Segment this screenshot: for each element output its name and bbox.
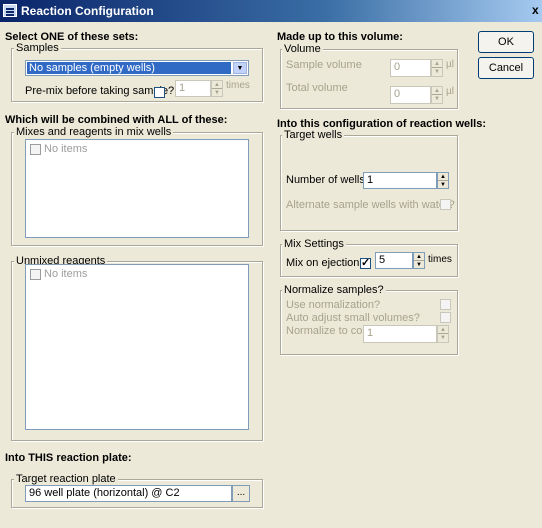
samples-group-label: Samples	[14, 42, 61, 54]
spin-down-icon[interactable]: ▼	[438, 334, 448, 342]
auto-adjust-checkbox[interactable]	[440, 312, 451, 323]
target-wells-group-label: Target wells	[282, 129, 345, 141]
plate-group-label: Target reaction plate	[14, 473, 118, 485]
spin-up-icon[interactable]: ▲	[438, 326, 448, 334]
list-item[interactable]: No items	[30, 268, 87, 280]
mix-times-input[interactable]: 5	[375, 252, 413, 269]
sample-volume-spinner[interactable]: ▲ ▼	[431, 59, 443, 77]
cancel-button[interactable]: Cancel	[478, 57, 534, 79]
volume-heading: Made up to this volume:	[277, 31, 403, 43]
mixes-list[interactable]: No items	[25, 139, 249, 238]
mix-settings-group-label: Mix Settings	[282, 238, 346, 250]
mix-on-ejection-checkbox[interactable]: ✓	[360, 257, 371, 269]
list-item[interactable]: No items	[30, 143, 87, 155]
samples-select-value: No samples (empty wells)	[27, 62, 231, 74]
item-checkbox[interactable]	[30, 268, 41, 280]
alternate-checkbox[interactable]	[440, 199, 451, 210]
use-normalization-label: Use normalization?	[286, 299, 381, 311]
spin-up-icon[interactable]: ▲	[438, 173, 448, 181]
total-volume-unit: µl	[446, 86, 454, 97]
app-icon	[3, 4, 17, 17]
auto-adjust-label: Auto adjust small volumes?	[286, 312, 420, 324]
mixes-group-label: Mixes and reagents in mix wells	[14, 126, 174, 138]
normalize-conc-input[interactable]: 1	[363, 325, 437, 343]
mix-times-spinner[interactable]: ▲ ▼	[413, 252, 425, 269]
premix-times-input[interactable]: 1	[175, 80, 211, 97]
list-item-label: No items	[44, 268, 88, 280]
spin-down-icon[interactable]: ▼	[432, 95, 442, 103]
item-checkbox[interactable]	[30, 143, 41, 155]
checkmark-icon: ✓	[361, 257, 371, 269]
sample-volume-unit: µl	[446, 59, 454, 70]
use-normalization-checkbox[interactable]	[440, 299, 451, 310]
combine-heading: Which will be combined with ALL of these…	[5, 114, 228, 126]
normalize-group-label: Normalize samples?	[282, 284, 386, 296]
total-volume-spinner[interactable]: ▲ ▼	[431, 86, 443, 104]
spin-down-icon[interactable]: ▼	[414, 261, 424, 269]
spin-down-icon[interactable]: ▼	[438, 181, 448, 189]
close-icon[interactable]: x	[532, 3, 539, 17]
spin-up-icon[interactable]: ▲	[414, 253, 424, 261]
num-wells-spinner[interactable]: ▲ ▼	[437, 172, 449, 189]
premix-checkbox[interactable]	[154, 87, 165, 98]
list-item-label: No items	[44, 143, 88, 155]
dropdown-arrow-icon[interactable]: ▼	[233, 62, 247, 74]
samples-select[interactable]: No samples (empty wells) ▼	[25, 60, 249, 76]
total-volume-label: Total volume	[286, 82, 348, 94]
num-wells-input[interactable]: 1	[363, 172, 437, 189]
spin-down-icon[interactable]: ▼	[432, 68, 442, 76]
browse-button[interactable]: ...	[232, 485, 250, 502]
num-wells-label: Number of wells	[286, 174, 365, 186]
total-volume-input[interactable]: 0	[390, 86, 431, 104]
reaction-configuration-dialog: Reaction Configuration x Select ONE of t…	[0, 0, 542, 528]
window-title: Reaction Configuration	[21, 4, 154, 18]
alternate-label: Alternate sample wells with water?	[286, 199, 455, 211]
normalize-conc-spinner[interactable]: ▲ ▼	[437, 325, 449, 343]
title-bar: Reaction Configuration x	[0, 0, 542, 22]
ok-button[interactable]: OK	[478, 31, 534, 53]
plate-heading: Into THIS reaction plate:	[5, 452, 132, 464]
mix-times-unit: times	[428, 254, 452, 265]
spin-up-icon[interactable]: ▲	[432, 60, 442, 68]
spin-up-icon[interactable]: ▲	[212, 81, 222, 89]
premix-times-spinner[interactable]: ▲ ▼	[211, 80, 223, 97]
premix-label: Pre-mix before taking sample?	[25, 85, 175, 97]
spin-up-icon[interactable]: ▲	[432, 87, 442, 95]
sample-volume-input[interactable]: 0	[390, 59, 431, 77]
unmixed-list[interactable]: No items	[25, 264, 249, 430]
sample-volume-label: Sample volume	[286, 59, 362, 71]
mix-on-ejection-label: Mix on ejection?	[286, 257, 366, 269]
premix-times-unit: times	[226, 80, 250, 91]
volume-group-label: Volume	[282, 43, 323, 55]
plate-input[interactable]: 96 well plate (horizontal) @ C2	[25, 485, 232, 502]
spin-down-icon[interactable]: ▼	[212, 89, 222, 97]
